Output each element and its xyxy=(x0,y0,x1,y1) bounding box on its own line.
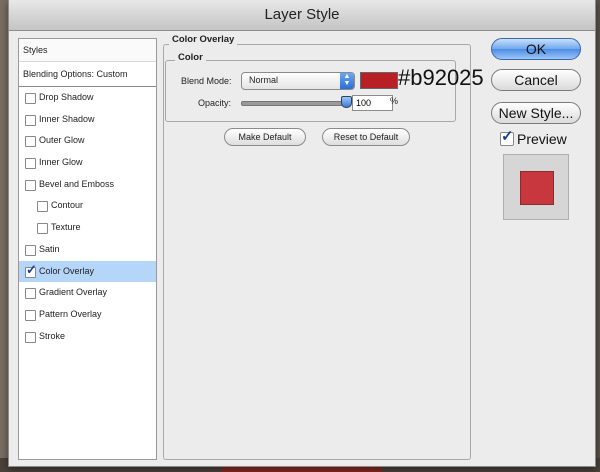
style-checkbox[interactable] xyxy=(37,223,48,235)
overlay-color-swatch[interactable] xyxy=(360,72,398,89)
style-item-label: Drop Shadow xyxy=(39,92,94,102)
style-item-label: Satin xyxy=(39,243,60,254)
opacity-slider-thumb[interactable] xyxy=(341,96,352,108)
style-checkbox[interactable] xyxy=(37,201,48,213)
style-checkbox[interactable] xyxy=(25,244,36,256)
style-checkbox[interactable] xyxy=(25,158,36,170)
select-arrows-icon: ▲ ▼ xyxy=(340,73,354,89)
style-item-label: Stroke xyxy=(39,330,66,341)
reset-to-default-button[interactable]: Reset to Default xyxy=(322,128,410,146)
style-checkbox[interactable] xyxy=(25,93,36,104)
style-item-pattern-overlay[interactable]: Pattern Overlay xyxy=(19,304,156,326)
style-checkbox[interactable] xyxy=(25,179,36,191)
style-item-contour[interactable]: Contour xyxy=(19,195,156,217)
style-item-label: Color Overlay xyxy=(39,265,95,276)
style-item-outer-glow[interactable]: Outer Glow xyxy=(19,130,156,152)
preview-checkbox[interactable]: ✓ xyxy=(500,128,514,146)
layer-style-dialog: Layer Style Styles Blending Options: Cus… xyxy=(8,0,596,467)
color-group-title: Color xyxy=(175,52,206,63)
style-checkbox[interactable] xyxy=(25,114,36,126)
ok-button[interactable]: OK xyxy=(491,38,581,60)
styles-list: Styles Blending Options: Custom Drop Sha… xyxy=(18,38,157,460)
style-checkbox[interactable]: ✓ xyxy=(25,262,37,278)
style-item-texture[interactable]: Texture xyxy=(19,217,156,239)
color-hex-annotation: #b92025 xyxy=(398,65,484,90)
section-title: Color Overlay xyxy=(169,34,238,45)
preview-label: Preview xyxy=(517,131,567,147)
blend-mode-value: Normal xyxy=(249,75,279,85)
checkmark-icon: ✓ xyxy=(26,261,37,277)
style-item-bevel-and-emboss[interactable]: Bevel and Emboss xyxy=(19,174,156,196)
blending-options-item[interactable]: Blending Options: Custom xyxy=(19,62,156,87)
preview-thumbnail xyxy=(503,154,569,220)
style-item-label: Inner Shadow xyxy=(39,113,95,124)
style-checkbox[interactable] xyxy=(25,136,36,148)
style-item-label: Texture xyxy=(51,222,81,233)
style-checkbox[interactable] xyxy=(25,288,36,300)
opacity-slider-track[interactable] xyxy=(241,101,351,106)
style-checkbox[interactable] xyxy=(25,331,36,343)
title-bar[interactable]: Layer Style xyxy=(9,0,595,31)
styles-header[interactable]: Styles xyxy=(19,39,156,62)
style-item-color-overlay[interactable]: ✓ Color Overlay xyxy=(19,260,156,283)
style-item-label: Inner Glow xyxy=(39,157,83,168)
style-item-inner-glow[interactable]: Inner Glow xyxy=(19,152,156,174)
style-item-drop-shadow[interactable]: Drop Shadow xyxy=(19,87,156,109)
style-item-label: Outer Glow xyxy=(39,135,85,146)
style-item-label: Gradient Overlay xyxy=(39,287,108,298)
style-item-gradient-overlay[interactable]: Gradient Overlay xyxy=(19,282,156,304)
checkmark-icon: ✓ xyxy=(501,128,514,145)
style-item-inner-shadow[interactable]: Inner Shadow xyxy=(19,109,156,131)
style-item-label: Contour xyxy=(51,200,84,211)
style-item-label: Bevel and Emboss xyxy=(39,178,115,189)
blend-mode-label: Blend Mode: xyxy=(181,76,232,86)
blend-mode-select[interactable]: Normal ▲ ▼ xyxy=(241,72,355,90)
style-item-stroke[interactable]: Stroke xyxy=(19,326,156,348)
cancel-button[interactable]: Cancel xyxy=(491,69,581,91)
opacity-label: Opacity: xyxy=(198,98,232,108)
style-item-label: Pattern Overlay xyxy=(39,308,102,319)
window-title: Layer Style xyxy=(264,6,340,23)
style-item-satin[interactable]: Satin xyxy=(19,239,156,261)
opacity-input[interactable]: 100 xyxy=(352,95,393,111)
new-style-button[interactable]: New Style... xyxy=(491,102,581,124)
make-default-button[interactable]: Make Default xyxy=(224,128,306,146)
opacity-unit: % xyxy=(390,96,399,106)
preview-swatch xyxy=(520,171,554,205)
style-checkbox[interactable] xyxy=(25,309,36,321)
